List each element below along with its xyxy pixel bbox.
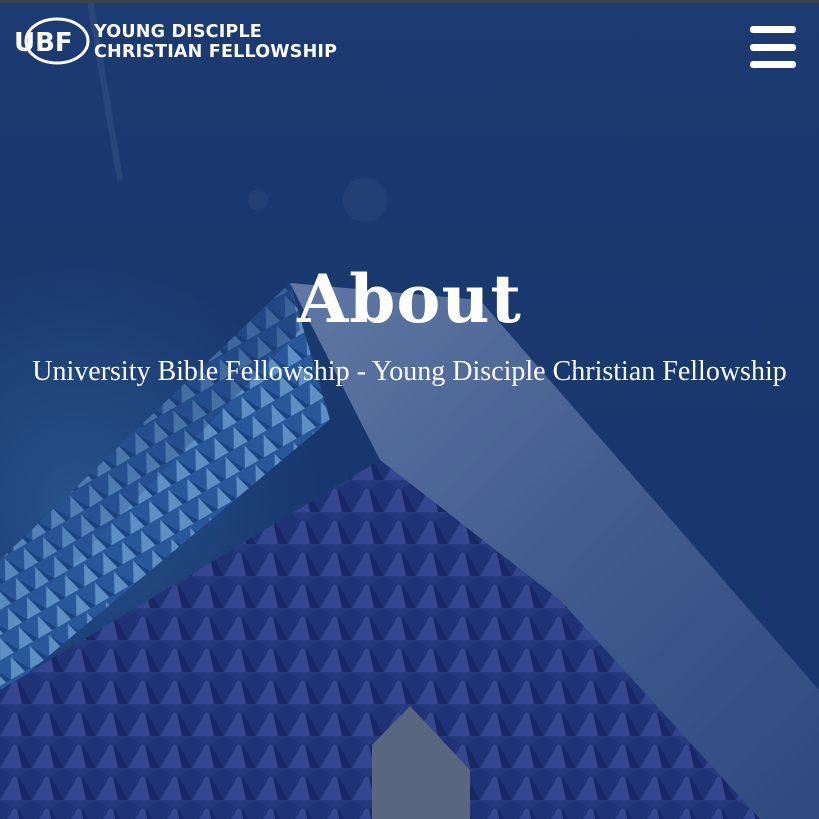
- menu-bar: [750, 26, 796, 33]
- hamburger-menu-icon[interactable]: [750, 26, 798, 68]
- brand-line-1: YOUNG DISCIPLE: [94, 22, 262, 42]
- hero-overlay: [0, 0, 819, 819]
- brand-line-2: CHRISTIAN FELLOWSHIP: [94, 42, 338, 62]
- svg-text:UBF: UBF: [14, 28, 73, 58]
- page-title: About: [297, 260, 522, 338]
- brand-name: YOUNG DISCIPLE CHRISTIAN FELLOWSHIP: [94, 22, 337, 62]
- menu-bar: [750, 61, 796, 68]
- menu-bar: [750, 43, 796, 51]
- page-subtitle: University Bible Fellowship - Young Disc…: [32, 356, 787, 387]
- about-page: UBF YOUNG DISCIPLE CHRISTIAN FELLOWSHIP …: [0, 0, 819, 819]
- ubf-logo: UBF: [14, 17, 90, 65]
- site-header: UBF YOUNG DISCIPLE CHRISTIAN FELLOWSHIP: [0, 0, 819, 90]
- brand-home-link[interactable]: UBF YOUNG DISCIPLE CHRISTIAN FELLOWSHIP: [12, 16, 337, 68]
